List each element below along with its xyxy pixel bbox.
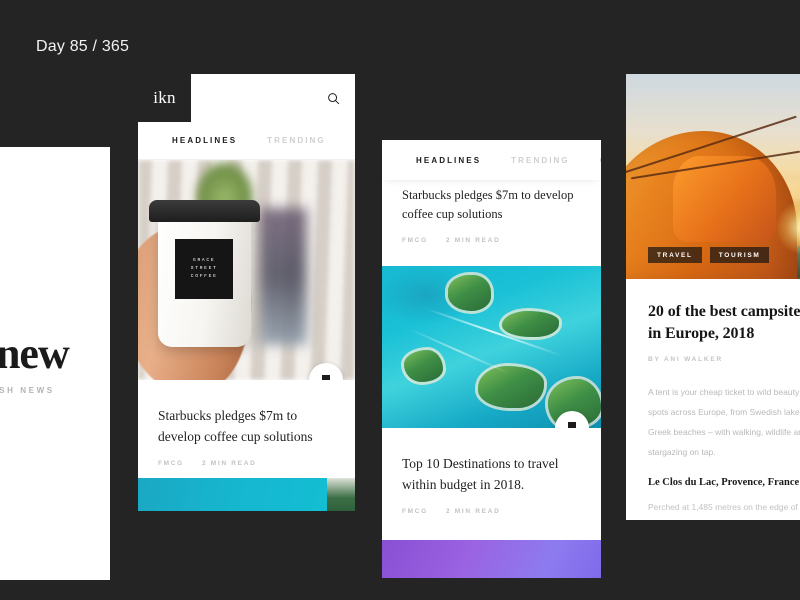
app-logo-button[interactable]: ikn [138,74,191,122]
post-hero-image-tent: TRAVEL TOURISM [626,74,800,279]
tab-headlines[interactable]: HEADLINES [416,156,481,165]
article-title: Starbucks pledges $7m to develop coffee … [402,188,574,222]
headlines-phone-card: ikn HEADLINES TRENDING CULTURE GRACE STR… [138,74,355,511]
app-top-bar: ikn [138,74,355,122]
app-logo-text: ikn [153,88,176,107]
travel-phone-card: HEADLINES TRENDING CULTURE Starbucks ple… [382,140,601,578]
article-title: Starbucks pledges $7m to develop coffee … [158,408,313,444]
post-body-paragraph: Perched at 1,485 metres on the edge of É… [648,502,798,513]
tab-trending[interactable]: TRENDING [511,156,570,165]
campsite-article-phone-card: TRAVEL TOURISM 20 of the best campsites … [626,74,800,520]
tab-culture[interactable]: CULTURE [600,156,601,165]
coffee-photo-cup-lid [148,199,260,222]
bookmark-icon [568,422,576,428]
article-category: FMCG [158,459,184,467]
post-intro-paragraph: A tent is your cheap ticket to wild beau… [648,387,800,458]
app-logo-wordmark: iknew [0,329,70,378]
app-tagline: FRESH NEWS [0,386,55,395]
section-tab-bar: HEADLINES TRENDING CULTURE [138,122,355,160]
island-photo-islet [403,349,444,383]
cup-label-line-1: GRACE [193,258,216,264]
splash-screen-card: iknew FRESH NEWS [0,147,110,580]
article-summary[interactable]: Starbucks pledges $7m to develop coffee … [138,380,355,467]
post-tag-row: TRAVEL TOURISM [648,247,770,263]
article-summary[interactable]: Top 10 Destinations to travel within bud… [382,427,601,515]
post-subheading: Le Clos du Lac, Provence, France [648,477,800,489]
tab-trending[interactable]: TRENDING [267,136,326,145]
article-hero-image-island[interactable] [382,265,601,428]
tag-tourism[interactable]: TOURISM [709,247,770,263]
coffee-photo-background-figure [259,208,308,345]
post-title: 20 of the best campsites in Europe, 2018 [648,303,800,342]
article-meta: FMCG 2 MIN READ [402,237,581,244]
search-button[interactable] [311,74,355,122]
island-photo-islet [502,311,560,338]
article-read-time: 2 MIN READ [445,507,501,515]
preview-shoreline [327,478,355,511]
splash-content: iknew FRESH NEWS [0,147,110,580]
search-icon [327,92,340,105]
next-article-image-preview[interactable] [382,540,601,578]
day-counter-label: Day 85 / 365 [36,38,130,55]
post-byline: BY ANI WALKER [648,356,724,364]
article-read-time: 2 MIN READ [445,236,501,244]
article-read-time: 2 MIN READ [201,459,257,467]
tent-photo-sunset-glow [775,201,800,255]
post-content: 20 of the best campsites in Europe, 2018… [626,279,800,520]
article-title: Top 10 Destinations to travel within bud… [402,455,559,492]
island-photo-islet [478,366,545,409]
bookmark-icon [322,374,330,380]
article-meta: FMCG 2 MIN READ [402,508,581,515]
tab-headlines[interactable]: HEADLINES [172,136,237,145]
section-tab-bar-sticky: HEADLINES TRENDING CULTURE [382,140,601,180]
previous-article-summary[interactable]: Starbucks pledges $7m to develop coffee … [382,180,601,244]
coffee-cup-brand-label: GRACE STREET COFFEE [174,239,234,299]
next-article-image-preview[interactable] [138,478,355,511]
article-meta: FMCG 2 MIN READ [158,460,335,467]
cup-label-line-2: STREET [190,266,218,272]
island-photo-islet [447,275,492,312]
article-hero-image-coffee[interactable]: GRACE STREET COFFEE [138,160,355,380]
tag-travel[interactable]: TRAVEL [648,247,702,263]
article-category: FMCG [402,507,428,515]
article-category: FMCG [402,236,428,244]
cup-label-line-3: COFFEE [190,274,218,280]
